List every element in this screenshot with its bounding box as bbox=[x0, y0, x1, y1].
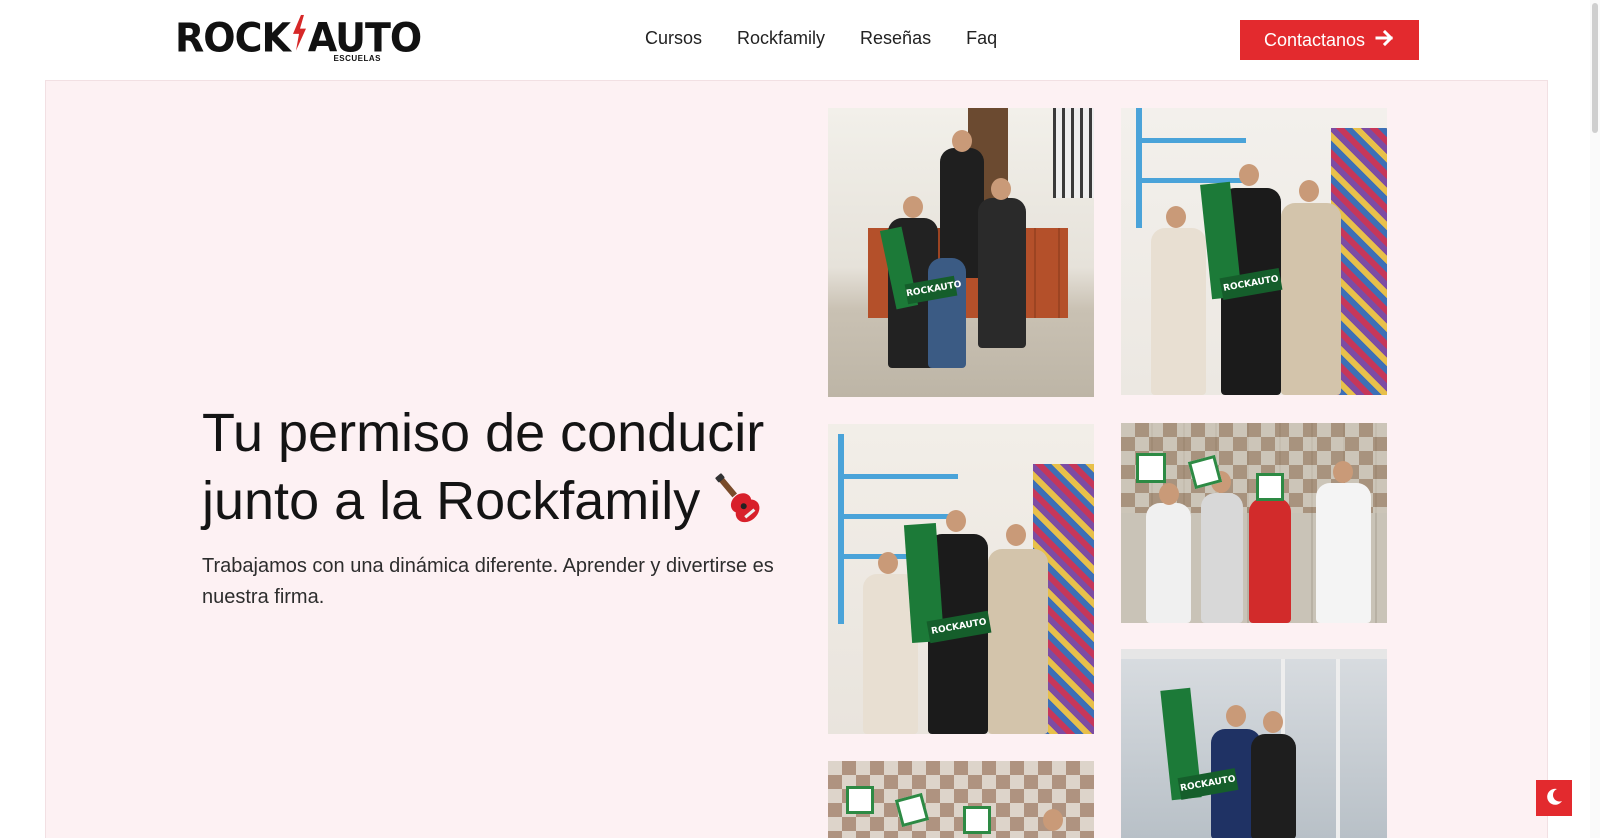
guitar-icon bbox=[708, 469, 764, 525]
nav-link-faq[interactable]: Faq bbox=[966, 28, 997, 49]
nav-link-cursos[interactable]: Cursos bbox=[645, 28, 702, 49]
rockauto-logo[interactable]: ROCK AUTO ESCUELAS bbox=[175, 14, 422, 64]
contact-button[interactable]: Contactanos bbox=[1240, 20, 1419, 60]
contact-button-label: Contactanos bbox=[1263, 29, 1366, 50]
lightning-bolt-icon bbox=[291, 14, 307, 60]
dark-mode-toggle[interactable] bbox=[1536, 780, 1572, 816]
hero-subtitle: Trabajamos con una dinámica diferente. A… bbox=[202, 555, 774, 608]
page-scrollbar[interactable] bbox=[1590, 0, 1600, 838]
logo-text-rock: ROCK bbox=[175, 14, 291, 61]
scrollbar-thumb[interactable] bbox=[1592, 3, 1598, 133]
l-sign-3: ROCKAUTO bbox=[903, 523, 992, 644]
gallery-photo-4 bbox=[1121, 423, 1387, 623]
hero-section: Tu permiso de conducir junto a la Rockfa… bbox=[45, 80, 1548, 838]
gallery-photo-2: ROCKAUTO bbox=[1121, 108, 1387, 395]
nav-link-resenas[interactable]: Reseñas bbox=[860, 28, 931, 49]
l-sign-1: ROCKAUTO bbox=[879, 226, 962, 310]
arrow-right-icon bbox=[1375, 27, 1395, 53]
hero-title-line1: Tu permiso de conducir bbox=[202, 403, 765, 463]
gallery-photo-5: ROCKAUTO bbox=[1121, 649, 1387, 838]
gallery-photo-6 bbox=[828, 761, 1094, 838]
site-header: ROCK AUTO ESCUELAS Cursos Rockfamily Res… bbox=[0, 0, 1600, 80]
gallery-photo-1: ROCKAUTO bbox=[828, 108, 1094, 397]
logo-subtitle: ESCUELAS bbox=[333, 54, 381, 63]
nav-link-rockfamily[interactable]: Rockfamily bbox=[737, 28, 825, 49]
l-sign-2: ROCKAUTO bbox=[1200, 181, 1283, 303]
logo-text-auto: AUTO bbox=[307, 14, 422, 61]
l-sign-5: ROCKAUTO bbox=[1160, 687, 1239, 809]
gallery-photo-3: ROCKAUTO bbox=[828, 424, 1094, 734]
hero-title-line2: junto a la Rockfamily bbox=[202, 471, 701, 531]
main-nav: Cursos Rockfamily Reseñas Faq bbox=[645, 28, 997, 49]
moon-icon bbox=[1544, 787, 1564, 810]
hero-title: Tu permiso de conducir junto a la Rockfa… bbox=[202, 399, 802, 535]
